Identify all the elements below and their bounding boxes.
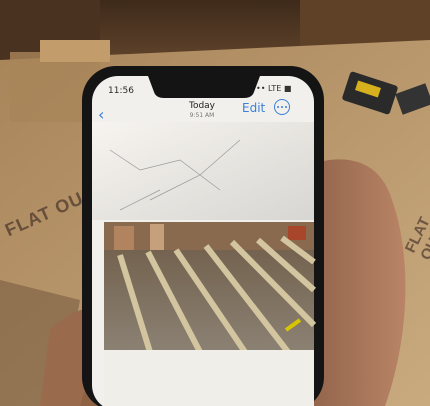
phone-notch bbox=[148, 76, 260, 98]
photo-red-block bbox=[288, 226, 306, 240]
edit-button[interactable]: Edit bbox=[242, 101, 265, 115]
screen-glare bbox=[92, 122, 314, 220]
back-button[interactable]: ‹ bbox=[98, 107, 104, 123]
nav-subtitle: 9:51 AM bbox=[189, 112, 215, 119]
more-options-icon[interactable] bbox=[274, 99, 290, 115]
more-dot bbox=[277, 106, 279, 108]
more-dot bbox=[281, 106, 283, 108]
nav-title: Today bbox=[188, 101, 216, 111]
photo-pillar-2 bbox=[150, 224, 164, 250]
screen-bottom-white bbox=[104, 350, 314, 406]
more-dot bbox=[285, 106, 287, 108]
photo-pillar bbox=[114, 226, 134, 250]
stair-block-top bbox=[40, 40, 110, 62]
photo-scene: FLAT OU FLAT OU 11:56 •• LTE ■ ‹ Today 9… bbox=[0, 0, 430, 406]
status-time: 11:56 bbox=[108, 86, 134, 96]
status-indicators: •• LTE ■ bbox=[256, 84, 292, 93]
